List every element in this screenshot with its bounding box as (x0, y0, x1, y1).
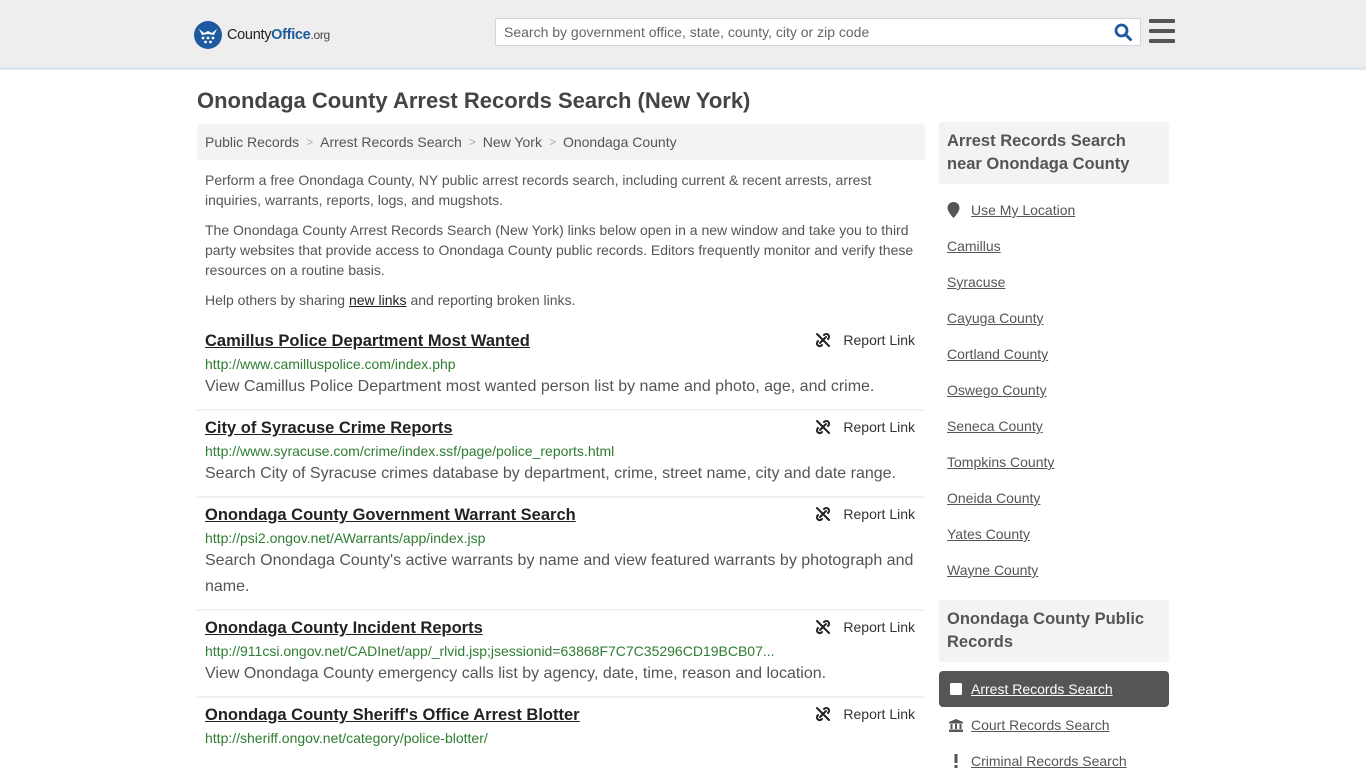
nearby-link-seneca-county[interactable]: Seneca County (947, 418, 1043, 434)
results-list: Camillus Police Department Most Wanted h… (197, 324, 925, 757)
result-title-link[interactable]: Onondaga County Sheriff's Office Arrest … (205, 704, 580, 726)
use-my-location-link[interactable]: Use My Location (971, 202, 1075, 218)
category-link[interactable]: Arrest Records Search (971, 681, 1113, 697)
search-button[interactable] (1106, 19, 1140, 45)
report-link-button[interactable]: Report Link (815, 419, 915, 435)
result-item: Onondaga County Government Warrant Searc… (197, 498, 925, 611)
exclamation-icon (949, 754, 963, 768)
intro-text: Perform a free Onondaga County, NY publi… (205, 170, 920, 320)
result-item: Camillus Police Department Most Wanted h… (197, 324, 925, 411)
category-criminal-records[interactable]: Criminal Records Search (939, 743, 1169, 779)
intro-paragraph-3: Help others by sharing new links and rep… (205, 292, 576, 308)
nearby-item: Tompkins County (947, 444, 1169, 480)
breadcrumb-separator: > (468, 135, 476, 149)
broken-link-icon (816, 506, 831, 522)
broken-link-icon (816, 332, 831, 348)
search-bar (495, 18, 1141, 46)
result-description: Search Onondaga County's active warrants… (205, 552, 914, 595)
category-court-records[interactable]: Court Records Search (939, 707, 1169, 743)
eagle-stars-logo-icon (194, 21, 222, 49)
site-header: CountyOffice.org (0, 0, 1366, 70)
nearby-link-camillus[interactable]: Camillus (947, 238, 1001, 254)
arrest-square-icon (949, 683, 963, 695)
nearby-link-oswego-county[interactable]: Oswego County (947, 382, 1047, 398)
result-item: City of Syracuse Crime Reports http://ww… (197, 411, 925, 498)
nearby-link-tompkins-county[interactable]: Tompkins County (947, 454, 1054, 470)
category-arrest-records[interactable]: Arrest Records Search (939, 671, 1169, 707)
breadcrumb-separator: > (548, 135, 556, 149)
result-url: http://psi2.ongov.net/AWarrants/app/inde… (205, 530, 486, 546)
nearby-item: Yates County (947, 516, 1169, 552)
map-pin-icon (947, 202, 960, 218)
intro-paragraph-1: Perform a free Onondaga County, NY publi… (205, 172, 872, 208)
nearby-item: Camillus (947, 228, 1169, 264)
page-title: Onondaga County Arrest Records Search (N… (197, 88, 751, 113)
nearby-link-yates-county[interactable]: Yates County (947, 526, 1030, 542)
logo-text: CountyOffice.org (227, 27, 330, 43)
report-link-button[interactable]: Report Link (815, 506, 915, 522)
breadcrumb-separator: > (306, 135, 314, 149)
search-icon (1114, 23, 1132, 41)
result-url: http://www.camilluspolice.com/index.php (205, 356, 456, 372)
nearby-item: Cayuga County (947, 300, 1169, 336)
result-description: View Onondaga County emergency calls lis… (205, 665, 827, 682)
intro-paragraph-2: The Onondaga County Arrest Records Searc… (205, 222, 914, 278)
header-divider (0, 67, 1366, 70)
result-url: http://sheriff.ongov.net/category/police… (205, 730, 488, 746)
category-link[interactable]: Court Records Search (971, 717, 1110, 733)
nearby-item: Syracuse (947, 264, 1169, 300)
nearby-link-syracuse[interactable]: Syracuse (947, 274, 1005, 290)
report-link-button[interactable]: Report Link (815, 619, 915, 635)
search-input[interactable] (496, 19, 1106, 45)
nearby-list: Use My Location Camillus Syracuse Cayuga… (939, 184, 1169, 588)
result-description: Search City of Syracuse crimes database … (205, 465, 896, 482)
sidebar: Arrest Records Search near Onondaga Coun… (939, 122, 1169, 779)
new-links-link[interactable]: new links (349, 292, 407, 308)
public-records-heading: Onondaga County Public Records (939, 600, 1169, 662)
nearby-heading: Arrest Records Search near Onondaga Coun… (939, 122, 1169, 184)
result-title-link[interactable]: Camillus Police Department Most Wanted (205, 330, 530, 352)
category-link[interactable]: Criminal Records Search (971, 753, 1127, 769)
courthouse-icon (949, 718, 963, 732)
breadcrumb-new-york[interactable]: New York (483, 134, 542, 150)
breadcrumb-onondaga-county: Onondaga County (562, 134, 677, 150)
nearby-item: Seneca County (947, 408, 1169, 444)
nearby-link-wayne-county[interactable]: Wayne County (947, 562, 1038, 578)
nearby-link-cortland-county[interactable]: Cortland County (947, 346, 1048, 362)
nearby-item: Oneida County (947, 480, 1169, 516)
result-item: Onondaga County Incident Reports http://… (197, 611, 925, 698)
broken-link-icon (816, 619, 831, 635)
broken-link-icon (816, 419, 831, 435)
result-url: http://911csi.ongov.net/CADInet/app/_rlv… (205, 643, 775, 659)
broken-link-icon (816, 706, 831, 722)
nearby-item: Cortland County (947, 336, 1169, 372)
report-link-button[interactable]: Report Link (815, 332, 915, 348)
breadcrumb-arrest-records-search[interactable]: Arrest Records Search (320, 134, 462, 150)
breadcrumb-public-records[interactable]: Public Records (205, 134, 299, 150)
nearby-link-oneida-county[interactable]: Oneida County (947, 490, 1040, 506)
report-link-button[interactable]: Report Link (815, 706, 915, 722)
result-title-link[interactable]: Onondaga County Government Warrant Searc… (205, 504, 576, 526)
result-title-link[interactable]: Onondaga County Incident Reports (205, 617, 483, 639)
result-description: View Camillus Police Department most wan… (205, 378, 875, 395)
use-my-location-item[interactable]: Use My Location (947, 192, 1169, 228)
public-records-categories: Arrest Records Search Court Records Sear… (939, 671, 1169, 779)
hamburger-menu-icon[interactable] (1149, 19, 1175, 43)
result-item: Onondaga County Sheriff's Office Arrest … (197, 698, 925, 757)
nearby-link-cayuga-county[interactable]: Cayuga County (947, 310, 1044, 326)
nearby-item: Oswego County (947, 372, 1169, 408)
result-title-link[interactable]: City of Syracuse Crime Reports (205, 417, 453, 439)
site-logo[interactable]: CountyOffice.org (194, 20, 330, 50)
result-url: http://www.syracuse.com/crime/index.ssf/… (205, 443, 615, 459)
breadcrumb: Public Records > Arrest Records Search >… (197, 124, 925, 160)
nearby-item: Wayne County (947, 552, 1169, 588)
